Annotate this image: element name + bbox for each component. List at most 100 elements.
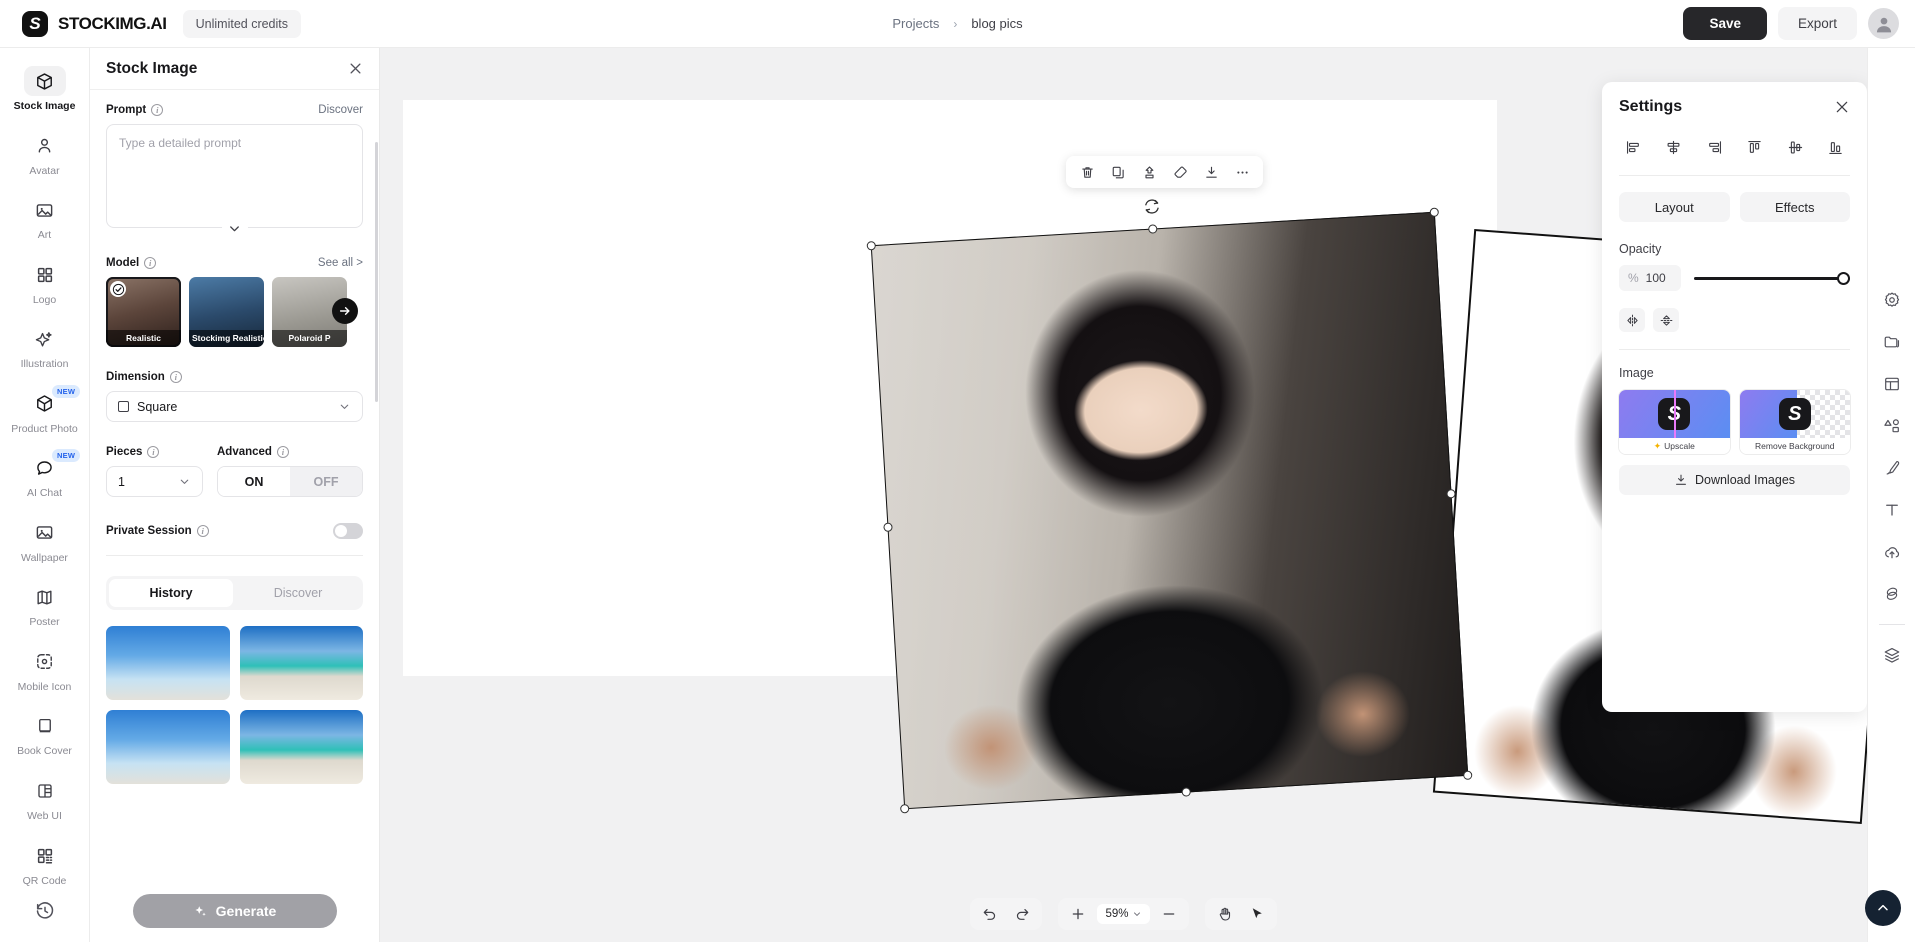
sidebar-item-mobile-icon[interactable]: Mobile Icon [0,639,89,704]
model-name: Stockimg Realistic [189,330,264,347]
sidebar-item-qr-code[interactable]: QR Code [0,833,89,898]
info-icon[interactable]: i [277,446,289,458]
history-thumbnail[interactable] [106,710,230,784]
compare-divider [1674,390,1676,438]
tab-effects[interactable]: Effects [1740,192,1851,222]
gear-icon[interactable] [1878,288,1906,312]
minus-icon[interactable] [1156,902,1182,926]
align-center-horizontal-icon[interactable] [1662,136,1686,158]
copy-icon[interactable] [1105,159,1131,185]
panel-scrollbar[interactable] [375,142,378,402]
model-name: Polaroid P [272,330,347,347]
sidebar-item-product-photo[interactable]: NEW Product Photo [0,381,89,446]
align-center-vertical-icon[interactable] [1783,136,1807,158]
save-button[interactable]: Save [1683,7,1767,40]
dimension-select[interactable]: Square [106,391,363,422]
upload-cloud-icon[interactable] [1878,540,1906,564]
prompt-label-text: Prompt [106,104,146,116]
advanced-off-option[interactable]: OFF [290,467,362,496]
align-right-icon[interactable] [1702,136,1726,158]
chevron-down-icon[interactable] [222,215,248,241]
flip-toolbar [1619,308,1850,332]
history-discover-tabs: History Discover [106,576,363,610]
opacity-input[interactable]: % 100 [1619,265,1681,291]
cursor-icon[interactable] [1244,902,1270,926]
shapes-icon[interactable] [1878,414,1906,438]
undo-icon[interactable] [977,902,1003,926]
info-icon[interactable]: i [170,371,182,383]
eraser-icon[interactable] [1167,159,1193,185]
bring-forward-icon[interactable] [1136,159,1162,185]
sidebar-item-illustration[interactable]: Illustration [0,316,89,381]
trash-icon[interactable] [1074,159,1100,185]
more-horizontal-icon[interactable] [1229,159,1255,185]
download-images-button[interactable]: Download Images [1619,465,1850,495]
sidebar-item-avatar[interactable]: Avatar [0,123,89,188]
history-thumbnail[interactable] [240,710,364,784]
sidebar-item-wallpaper[interactable]: Wallpaper [0,510,89,575]
breadcrumb-projects[interactable]: Projects [892,16,939,31]
sidebar-item-web-ui[interactable]: Web UI [0,768,89,833]
brand[interactable]: S STOCKIMG.AI [22,11,167,37]
sidebar-item-poster[interactable]: Poster [0,574,89,639]
hand-icon[interactable] [1212,902,1238,926]
generate-button[interactable]: Generate [133,894,337,928]
selfie-photo-original[interactable] [871,212,1469,810]
top-bar: S STOCKIMG.AI Unlimited credits Projects… [0,0,1915,48]
align-top-icon[interactable] [1743,136,1767,158]
prompt-discover-link[interactable]: Discover [318,104,363,116]
tab-layout[interactable]: Layout [1619,192,1730,222]
slider-knob[interactable] [1837,272,1850,285]
download-icon[interactable] [1198,159,1224,185]
info-icon[interactable]: i [197,525,209,537]
layers-icon[interactable] [1878,643,1906,667]
pieces-select[interactable]: 1 [106,466,203,497]
avatar[interactable] [1868,8,1899,39]
brush-icon[interactable] [1878,456,1906,480]
scroll-to-top-button[interactable] [1865,890,1901,926]
flip-horizontal-icon[interactable] [1619,308,1645,332]
redo-icon[interactable] [1009,902,1035,926]
sparkle-icon: ✦ [1654,441,1662,452]
model-card-stockimg-realistic[interactable]: Stockimg Realistic [189,277,264,347]
image-section-label: Image [1619,366,1850,380]
info-icon[interactable]: i [151,104,163,116]
model-see-all-link[interactable]: See all > [318,257,363,269]
arrow-right-icon[interactable] [332,298,358,324]
sidebar-item-book-cover[interactable]: Book Cover [0,703,89,768]
tab-history[interactable]: History [109,579,233,607]
credits-badge[interactable]: Unlimited credits [183,10,301,38]
template-icon[interactable] [1878,372,1906,396]
info-icon[interactable]: i [147,446,159,458]
history-clock-icon[interactable] [24,896,66,926]
advanced-on-option[interactable]: ON [218,467,290,496]
model-card-realistic[interactable]: Realistic [106,277,181,347]
zoom-level-select[interactable]: 59% [1097,904,1149,924]
prompt-input[interactable] [106,124,363,228]
app-root: S STOCKIMG.AI Unlimited credits Projects… [0,0,1915,942]
export-button[interactable]: Export [1778,7,1857,40]
sidebar-item-art[interactable]: Art [0,187,89,252]
flip-vertical-icon[interactable] [1653,308,1679,332]
map-icon [24,582,66,612]
breadcrumb-current[interactable]: blog pics [971,16,1022,31]
close-icon[interactable] [1834,99,1850,115]
info-icon[interactable]: i [144,257,156,269]
align-bottom-icon[interactable] [1824,136,1848,158]
opacity-slider[interactable] [1694,271,1850,285]
remove-background-card[interactable]: S Remove Background [1740,390,1851,454]
sidebar-item-stock-image[interactable]: Stock Image [0,58,89,123]
folder-icon[interactable] [1878,330,1906,354]
private-session-toggle[interactable] [333,523,363,539]
upscale-card[interactable]: S ✦ Upscale [1619,390,1730,454]
tab-discover[interactable]: Discover [236,579,360,607]
align-left-icon[interactable] [1621,136,1645,158]
sidebar-item-ai-chat[interactable]: NEW AI Chat [0,445,89,510]
history-thumbnail[interactable] [240,626,364,700]
history-thumbnail[interactable] [106,626,230,700]
plus-icon[interactable] [1065,902,1091,926]
close-icon[interactable] [348,61,363,76]
sidebar-item-logo[interactable]: Logo [0,252,89,317]
text-icon[interactable] [1878,498,1906,522]
layers-stack-icon[interactable] [1878,582,1906,606]
